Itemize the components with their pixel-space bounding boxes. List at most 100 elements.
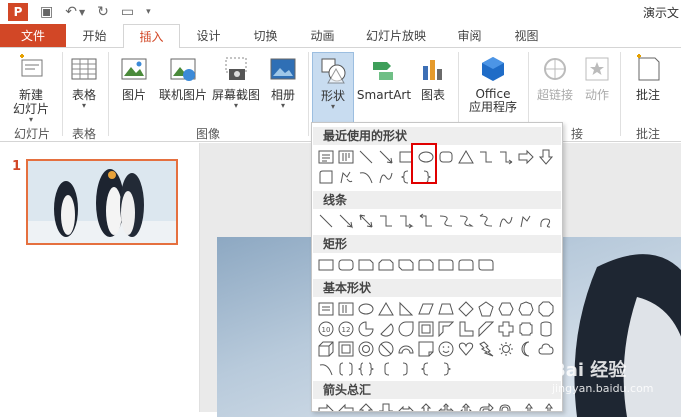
- can-icon[interactable]: [536, 319, 556, 339]
- half-frame-icon[interactable]: [436, 319, 456, 339]
- line-icon[interactable]: [356, 147, 376, 167]
- right-bracket-icon[interactable]: [396, 359, 416, 379]
- tab-home[interactable]: 开始: [66, 24, 123, 47]
- line-icon[interactable]: [316, 211, 336, 231]
- curved-connector-icon[interactable]: [436, 211, 456, 231]
- rounded-rectangle-icon[interactable]: [336, 255, 356, 275]
- dodecagon-icon[interactable]: 12: [336, 319, 356, 339]
- bent-up-arrow-icon[interactable]: [536, 401, 556, 411]
- freeform-icon[interactable]: [336, 167, 356, 187]
- elbow-connector-icon[interactable]: [476, 147, 496, 167]
- chart-button[interactable]: 图表: [415, 54, 451, 102]
- double-bracket-icon[interactable]: [336, 359, 356, 379]
- shapes-button[interactable]: 形状 ▾: [312, 52, 354, 124]
- down-arrow-icon[interactable]: [376, 401, 396, 411]
- quad-arrow-icon[interactable]: [436, 401, 456, 411]
- smartart-button[interactable]: SmartArt: [356, 54, 412, 102]
- snip-same-side-corner-rectangle-icon[interactable]: [376, 255, 396, 275]
- triangle-icon[interactable]: [456, 147, 476, 167]
- no-symbol-icon[interactable]: [376, 339, 396, 359]
- cube-icon[interactable]: [316, 339, 336, 359]
- right-brace-icon[interactable]: [436, 359, 456, 379]
- rectangle-icon[interactable]: [316, 255, 336, 275]
- teardrop-icon[interactable]: [396, 319, 416, 339]
- office-apps-button[interactable]: Office 应用程序: [462, 54, 524, 114]
- vertical-text-box-icon[interactable]: [336, 147, 356, 167]
- tab-review[interactable]: 审阅: [441, 24, 498, 47]
- save-icon[interactable]: ▣: [40, 4, 53, 20]
- tab-view[interactable]: 视图: [498, 24, 555, 47]
- double-arrow-line-icon[interactable]: [356, 211, 376, 231]
- frame-icon[interactable]: [416, 319, 436, 339]
- left-right-arrow-icon[interactable]: [396, 401, 416, 411]
- slide-thumbnail[interactable]: [26, 159, 178, 245]
- arc-icon[interactable]: [316, 359, 336, 379]
- smiley-face-icon[interactable]: [436, 339, 456, 359]
- snip-corner-rectangle-icon[interactable]: [316, 167, 336, 187]
- heptagon-icon[interactable]: [516, 299, 536, 319]
- up-arrow-icon[interactable]: [356, 401, 376, 411]
- online-picture-button[interactable]: 联机图片: [157, 54, 209, 102]
- curve-icon[interactable]: [356, 167, 376, 187]
- start-slideshow-icon[interactable]: ▭: [121, 4, 134, 20]
- decagon-icon[interactable]: 10: [316, 319, 336, 339]
- redo-icon[interactable]: ↻: [97, 4, 109, 20]
- left-up-arrow-icon[interactable]: [516, 401, 536, 411]
- tab-file[interactable]: 文件: [0, 24, 66, 47]
- double-brace-icon[interactable]: [356, 359, 376, 379]
- vertical-text-box-icon[interactable]: [336, 299, 356, 319]
- pentagon-icon[interactable]: [476, 299, 496, 319]
- photo-album-button[interactable]: 相册 ▾: [265, 54, 301, 110]
- lightning-bolt-icon[interactable]: [476, 339, 496, 359]
- arrow-line-icon[interactable]: [376, 147, 396, 167]
- diamond-icon[interactable]: [456, 299, 476, 319]
- action-button[interactable]: 动作: [580, 54, 614, 102]
- curved-double-arrow-connector-icon[interactable]: [476, 211, 496, 231]
- text-box-icon[interactable]: [316, 299, 336, 319]
- arc-icon[interactable]: [376, 167, 396, 187]
- down-arrow-icon[interactable]: [536, 147, 556, 167]
- comment-button[interactable]: 批注: [628, 54, 668, 102]
- round-single-corner-rectangle-icon[interactable]: [436, 255, 456, 275]
- elbow-arrow-connector-icon[interactable]: [396, 211, 416, 231]
- right-arrow-icon[interactable]: [316, 401, 336, 411]
- tab-insert[interactable]: 插入: [123, 24, 180, 49]
- donut-icon[interactable]: [356, 339, 376, 359]
- parallelogram-icon[interactable]: [416, 299, 436, 319]
- sun-icon[interactable]: [496, 339, 516, 359]
- diagonal-stripe-icon[interactable]: [476, 319, 496, 339]
- round-diagonal-corner-rectangle-icon[interactable]: [476, 255, 496, 275]
- snip-single-corner-rectangle-icon[interactable]: [356, 255, 376, 275]
- right-arrow-icon[interactable]: [516, 147, 536, 167]
- isosceles-triangle-icon[interactable]: [376, 299, 396, 319]
- arrow-line-icon[interactable]: [336, 211, 356, 231]
- bevel-icon[interactable]: [336, 339, 356, 359]
- pie-icon[interactable]: [356, 319, 376, 339]
- heart-icon[interactable]: [456, 339, 476, 359]
- plus-icon[interactable]: [496, 319, 516, 339]
- elbow-double-arrow-connector-icon[interactable]: [416, 211, 436, 231]
- snip-round-corner-rectangle-icon[interactable]: [416, 255, 436, 275]
- folded-corner-icon[interactable]: [416, 339, 436, 359]
- elbow-arrow-connector-icon[interactable]: [496, 147, 516, 167]
- freeform-icon[interactable]: [516, 211, 536, 231]
- left-bracket-icon[interactable]: [376, 359, 396, 379]
- right-triangle-icon[interactable]: [396, 299, 416, 319]
- chord-icon[interactable]: [376, 319, 396, 339]
- curve-icon[interactable]: [496, 211, 516, 231]
- block-arc-icon[interactable]: [396, 339, 416, 359]
- picture-button[interactable]: 图片: [115, 54, 153, 102]
- elbow-connector-icon[interactable]: [376, 211, 396, 231]
- left-right-up-arrow-icon[interactable]: [456, 401, 476, 411]
- tab-design[interactable]: 设计: [180, 24, 237, 47]
- hyperlink-button[interactable]: 超链接: [532, 54, 578, 102]
- text-box-icon[interactable]: [316, 147, 336, 167]
- customize-qat-icon[interactable]: ▾: [146, 7, 151, 17]
- curved-arrow-connector-icon[interactable]: [456, 211, 476, 231]
- trapezoid-icon[interactable]: [436, 299, 456, 319]
- u-turn-arrow-icon[interactable]: [496, 401, 516, 411]
- snip-diagonal-corner-rectangle-icon[interactable]: [396, 255, 416, 275]
- plaque-icon[interactable]: [516, 319, 536, 339]
- undo-icon[interactable]: ↶: [65, 4, 77, 20]
- table-button[interactable]: 表格 ▾: [66, 54, 102, 110]
